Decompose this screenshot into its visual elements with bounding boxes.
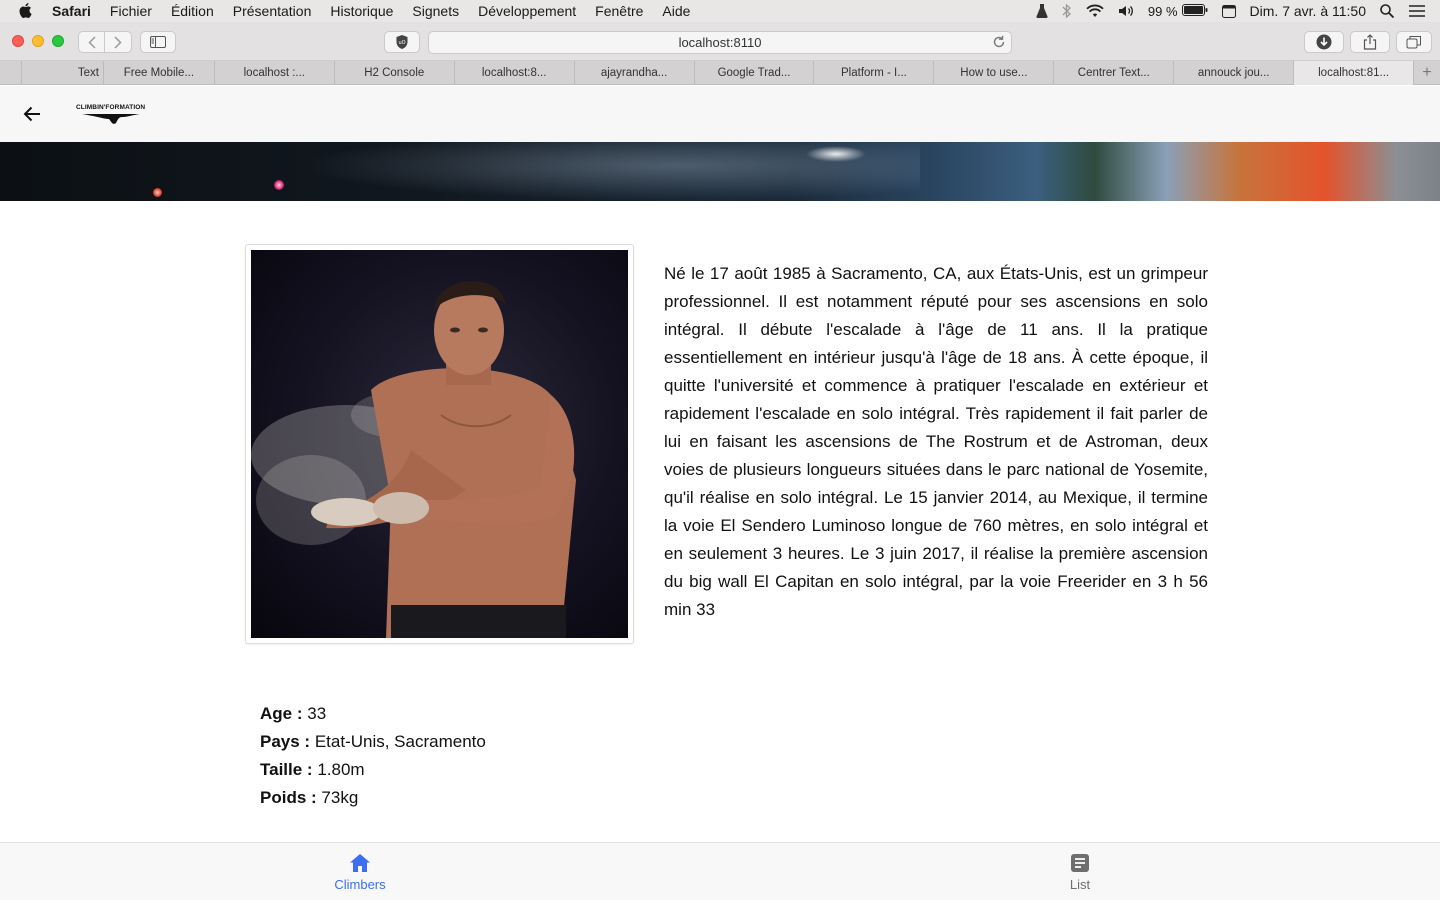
menu-fichier[interactable]: Fichier <box>110 3 152 19</box>
calendar-icon[interactable] <box>1221 4 1236 18</box>
browser-tab-active[interactable]: localhost:81... <box>1294 61 1415 85</box>
sidebar-toggle-button[interactable] <box>140 31 176 53</box>
tab-overview-button[interactable] <box>1396 31 1432 53</box>
browser-tab[interactable]: localhost:8... <box>455 61 575 85</box>
browser-tab[interactable]: Platform - I... <box>814 61 935 85</box>
browser-forward-button[interactable] <box>105 32 131 52</box>
share-icon <box>1363 34 1377 50</box>
logo-text: CLIMBIN'FORMATION <box>76 104 146 111</box>
fact-weight: Poids : 73kg <box>260 784 486 812</box>
window-close-button[interactable] <box>12 35 24 47</box>
home-icon <box>350 853 370 872</box>
share-button[interactable] <box>1350 31 1390 53</box>
bottom-tab-bar: Climbers List <box>0 842 1440 900</box>
tab-list[interactable]: List <box>1020 843 1140 901</box>
browser-tab[interactable]: Centrer Text... <box>1054 61 1175 85</box>
browser-back-button[interactable] <box>79 32 106 52</box>
address-bar[interactable]: localhost:8110 <box>428 31 1012 54</box>
logo-mark-icon <box>82 114 140 124</box>
menu-aide[interactable]: Aide <box>662 3 690 19</box>
wifi-icon[interactable] <box>1086 4 1104 18</box>
menu-presentation[interactable]: Présentation <box>233 3 312 19</box>
fact-weight-label: Poids : <box>260 788 317 807</box>
banner-light <box>153 188 162 197</box>
clock[interactable]: Dim. 7 avr. à 11:50 <box>1250 3 1366 19</box>
menu-fenetre[interactable]: Fenêtre <box>595 3 643 19</box>
banner-spotlight <box>806 146 866 162</box>
fact-weight-value: 73kg <box>321 788 359 807</box>
history-navigation <box>78 31 132 53</box>
climber-facts: Age : 33 Pays : Etat-Unis, Sacramento Ta… <box>260 700 486 812</box>
browser-tab[interactable]: H2 Console <box>335 61 455 85</box>
menu-app-safari[interactable]: Safari <box>52 3 91 19</box>
menu-signets[interactable]: Signets <box>412 3 459 19</box>
bluetooth-icon[interactable] <box>1062 3 1072 19</box>
browser-toolbar: uO localhost:8110 <box>0 22 1440 61</box>
fact-height-label: Taille : <box>260 760 313 779</box>
app-logo[interactable]: CLIMBIN'FORMATION <box>76 104 148 128</box>
battery-icon <box>1181 3 1208 19</box>
hero-banner-image <box>0 142 1440 201</box>
window-minimize-button[interactable] <box>32 35 44 47</box>
fact-country-label: Pays : <box>260 732 311 751</box>
window-zoom-button[interactable] <box>52 35 64 47</box>
browser-tab-bar: Text Free Mobile... localhost :... H2 Co… <box>0 61 1440 85</box>
macos-menu-bar: Safari Fichier Édition Présentation Hist… <box>0 0 1440 22</box>
arrow-left-icon <box>23 106 40 122</box>
sidebar-icon <box>150 36 166 48</box>
browser-tab[interactable]: How to use... <box>934 61 1055 85</box>
tab-list-label: List <box>1069 876 1091 892</box>
tab-climbers[interactable]: Climbers <box>300 843 420 901</box>
tab-climbers-label: Climbers <box>334 876 386 892</box>
fact-height: Taille : 1.80m <box>260 756 486 784</box>
svg-text:uO: uO <box>398 40 405 46</box>
climber-photo-card <box>245 244 634 644</box>
climber-portrait-image <box>251 250 628 638</box>
ublock-extension-button[interactable]: uO <box>384 31 420 53</box>
browser-tab[interactable]: Free Mobile... <box>104 61 215 85</box>
browser-tab[interactable]: localhost :... <box>215 61 335 85</box>
fact-country: Pays : Etat-Unis, Sacramento <box>260 728 486 756</box>
notification-center-icon[interactable] <box>1408 4 1426 18</box>
tabs-icon <box>1406 36 1421 49</box>
apple-menu-icon[interactable] <box>19 3 39 19</box>
fact-age-value: 33 <box>307 704 327 723</box>
volume-icon[interactable] <box>1118 4 1134 18</box>
spotlight-search-icon[interactable] <box>1380 4 1394 18</box>
reload-icon[interactable] <box>992 35 1006 52</box>
app-header: CLIMBIN'FORMATION <box>0 86 1440 142</box>
flask-icon[interactable] <box>1036 3 1048 19</box>
menu-edition[interactable]: Édition <box>171 3 214 19</box>
shield-icon: uO <box>396 35 408 49</box>
download-icon <box>1316 34 1332 50</box>
fact-age-label: Age : <box>260 704 303 723</box>
url-text: localhost:8110 <box>678 35 762 50</box>
back-button[interactable] <box>20 102 44 126</box>
plus-icon: + <box>1422 64 1432 81</box>
battery-percentage: 99 % <box>1147 3 1178 19</box>
tab-pinned[interactable] <box>0 61 22 85</box>
downloads-button[interactable] <box>1304 31 1344 53</box>
new-tab-button[interactable]: + <box>1414 61 1440 85</box>
banner-light <box>274 180 284 190</box>
document-list-icon <box>1071 853 1089 872</box>
fact-age: Age : 33 <box>260 700 486 728</box>
browser-tab[interactable]: ajayrandha... <box>575 61 695 85</box>
menu-historique[interactable]: Historique <box>330 3 393 19</box>
fact-country-value: Etat-Unis, Sacramento <box>314 732 486 751</box>
fact-height-value: 1.80m <box>317 760 365 779</box>
menu-developpement[interactable]: Développement <box>478 3 576 19</box>
battery-status[interactable]: 99 % <box>1148 3 1208 19</box>
browser-tab[interactable]: Text <box>22 61 104 85</box>
browser-tab[interactable]: annouck jou... <box>1174 61 1295 85</box>
browser-tab[interactable]: Google Trad... <box>695 61 815 85</box>
climber-biography: Né le 17 août 1985 à Sacramento, CA, aux… <box>664 264 1208 619</box>
